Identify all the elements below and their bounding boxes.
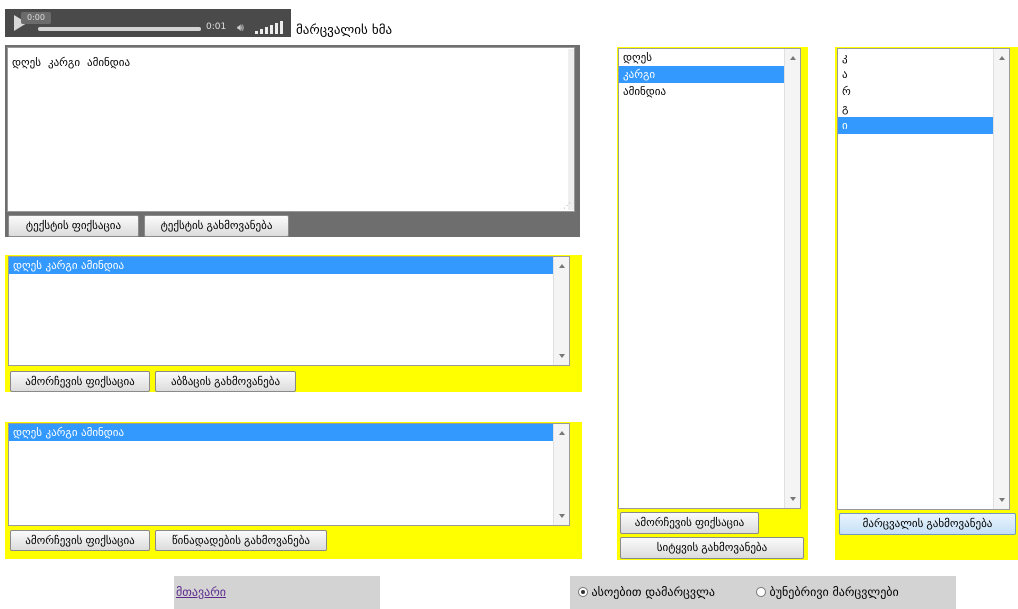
radio-label: ბუნებრივი მარცვლები <box>769 585 899 599</box>
volume-bars[interactable] <box>255 20 291 34</box>
radio-button[interactable] <box>756 587 766 597</box>
syllable-scrollbar[interactable] <box>993 49 1009 509</box>
sentence-extract-button[interactable]: წინადადების გახმოვანება <box>155 530 327 551</box>
syllable-list-item[interactable]: კ <box>838 49 993 66</box>
footer-home-area: მთავარი <box>174 576 380 609</box>
syllable-list-item[interactable]: ა <box>838 66 993 83</box>
textarea-scrollbar[interactable] <box>568 49 574 210</box>
text-fix-button[interactable]: ტექსტის ფიქსაცია <box>8 215 139 237</box>
audio-player: 0:00 0:01 🔊︎ <box>5 9 291 37</box>
scroll-down-icon[interactable] <box>999 498 1005 502</box>
paragraph-scrollbar[interactable] <box>553 257 569 365</box>
sentence-list-item[interactable]: დღეს კარგი ამინდია <box>9 424 553 441</box>
word-list-item[interactable]: დღეს <box>619 49 784 66</box>
scroll-up-icon[interactable] <box>559 264 565 268</box>
syllable-list-item[interactable]: რ <box>838 83 993 100</box>
syllable-list[interactable]: კარგი <box>837 48 1010 510</box>
paragraph-list[interactable]: დღეს კარგი ამინდია <box>8 256 570 366</box>
syllable-list-item[interactable]: ი <box>838 117 993 134</box>
text-extract-button[interactable]: ტექსტის გახმოვანება <box>144 215 289 237</box>
radio-label: ასოებით დამარცვლა <box>591 585 715 599</box>
scroll-down-icon[interactable] <box>559 514 565 518</box>
sentence-fix-button[interactable]: ამორჩევის ფიქსაცია <box>10 530 150 551</box>
volume-icon[interactable]: 🔊︎ <box>237 21 244 35</box>
scroll-up-icon[interactable] <box>999 56 1005 60</box>
radio-option-natural[interactable]: ბუნებრივი მარცვლები <box>756 585 899 599</box>
word-list-item[interactable]: კარგი <box>619 66 784 83</box>
text-input[interactable]: დღეს კარგი ამინდია <box>7 47 575 212</box>
paragraph-list-item[interactable]: დღეს კარგი ამინდია <box>9 257 553 274</box>
home-link[interactable]: მთავარი <box>176 585 226 599</box>
time-bubble: 0:00 <box>21 12 51 24</box>
scroll-down-icon[interactable] <box>790 497 796 501</box>
footer-radio-area: ასოებით დამარცვლა ბუნებრივი მარცვლები <box>570 576 956 609</box>
word-list-item[interactable]: ამინდია <box>619 83 784 100</box>
radio-button[interactable] <box>578 587 588 597</box>
sentence-scrollbar[interactable] <box>553 424 569 525</box>
seek-bar[interactable] <box>38 27 201 31</box>
syllable-list-item[interactable]: გ <box>838 100 993 117</box>
scroll-up-icon[interactable] <box>790 56 796 60</box>
word-fix-button[interactable]: ამორჩევის ფიქსაცია <box>620 512 759 534</box>
word-scrollbar[interactable] <box>784 49 800 508</box>
paragraph-fix-button[interactable]: ამორჩევის ფიქსაცია <box>10 371 150 392</box>
paragraph-extract-button[interactable]: აბზაცის გახმოვანება <box>155 371 296 392</box>
word-extract-button[interactable]: სიტყვის გახმოვანება <box>620 537 804 559</box>
word-list[interactable]: დღეს კარგი ამინდია <box>618 48 801 509</box>
audio-label: მარცვალის ხმა <box>296 23 393 38</box>
sentence-list[interactable]: დღეს კარგი ამინდია <box>8 423 570 526</box>
scroll-up-icon[interactable] <box>559 431 565 435</box>
syllable-extract-button[interactable]: მარცვალის გახმოვანება <box>839 513 1016 535</box>
current-time: 0:01 <box>206 22 227 32</box>
scroll-down-icon[interactable] <box>559 354 565 358</box>
resize-grip-icon[interactable]: ⋰ <box>563 201 571 210</box>
radio-option-letters[interactable]: ასოებით დამარცვლა <box>578 585 715 599</box>
